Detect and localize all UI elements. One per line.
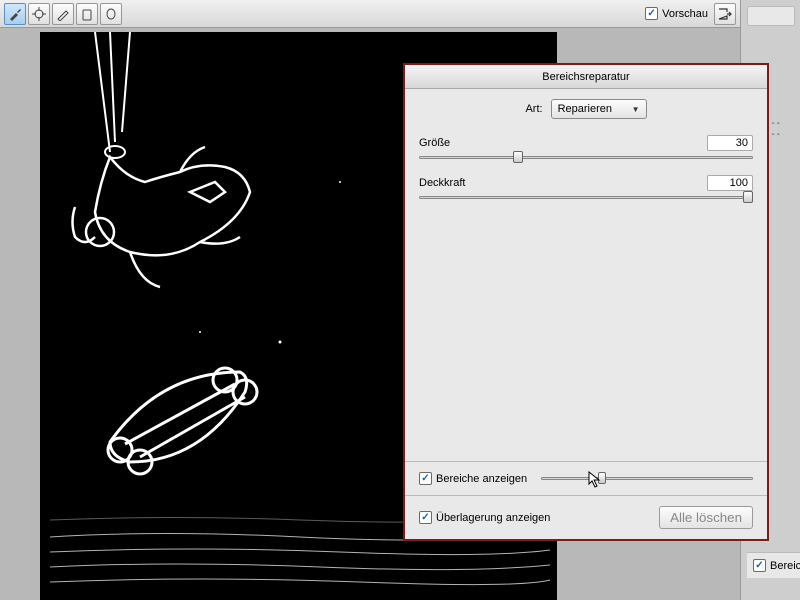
panel-title: Bereichsreparatur	[405, 65, 767, 89]
sidebar-bottom-checkbox-icon	[753, 559, 766, 572]
show-areas-checkbox[interactable]	[419, 472, 432, 485]
sidebar-thumb[interactable]	[747, 6, 795, 26]
tool-ellipse[interactable]	[100, 3, 122, 25]
chevron-down-icon: ▼	[632, 105, 640, 114]
preview-checkbox-icon	[645, 7, 658, 20]
area-repair-panel: Bereichsreparatur Art: Reparieren ▼ Größ…	[403, 63, 769, 541]
show-overlay-row: Überlagerung anzeigen Alle löschen	[405, 495, 767, 539]
clear-all-button[interactable]: Alle löschen	[659, 506, 753, 529]
size-label: Größe	[419, 137, 450, 149]
tool-eraser[interactable]	[76, 3, 98, 25]
type-dropdown[interactable]: Reparieren ▼	[551, 99, 647, 119]
opacity-slider[interactable]: Deckkraft 100	[419, 175, 753, 201]
opacity-label: Deckkraft	[419, 177, 465, 189]
sidebar-bottom-label: Bereiche	[770, 560, 800, 572]
size-value[interactable]: 30	[707, 135, 753, 151]
preview-label: Vorschau	[662, 8, 708, 20]
show-areas-slider-thumb[interactable]	[598, 472, 606, 484]
type-dropdown-value: Reparieren	[558, 103, 612, 115]
tool-pen[interactable]	[52, 3, 74, 25]
preview-toggle[interactable]: Vorschau	[645, 7, 708, 20]
show-overlay-label: Überlagerung anzeigen	[436, 512, 550, 524]
tool-brush[interactable]	[4, 3, 26, 25]
size-slider-thumb[interactable]	[513, 151, 523, 163]
opacity-value[interactable]: 100	[707, 175, 753, 191]
type-label: Art:	[525, 103, 542, 115]
export-button[interactable]	[714, 3, 736, 25]
show-overlay-checkbox[interactable]	[419, 511, 432, 524]
show-areas-row: Bereiche anzeigen	[405, 461, 767, 495]
tool-crosshair[interactable]	[28, 3, 50, 25]
show-areas-label: Bereiche anzeigen	[436, 473, 527, 485]
show-areas-slider[interactable]	[541, 475, 753, 483]
sidebar-bottom-row[interactable]: Bereiche	[747, 552, 800, 578]
toolbar: Vorschau	[0, 0, 740, 28]
opacity-slider-thumb[interactable]	[743, 191, 753, 203]
size-slider[interactable]: Größe 30	[419, 135, 753, 161]
